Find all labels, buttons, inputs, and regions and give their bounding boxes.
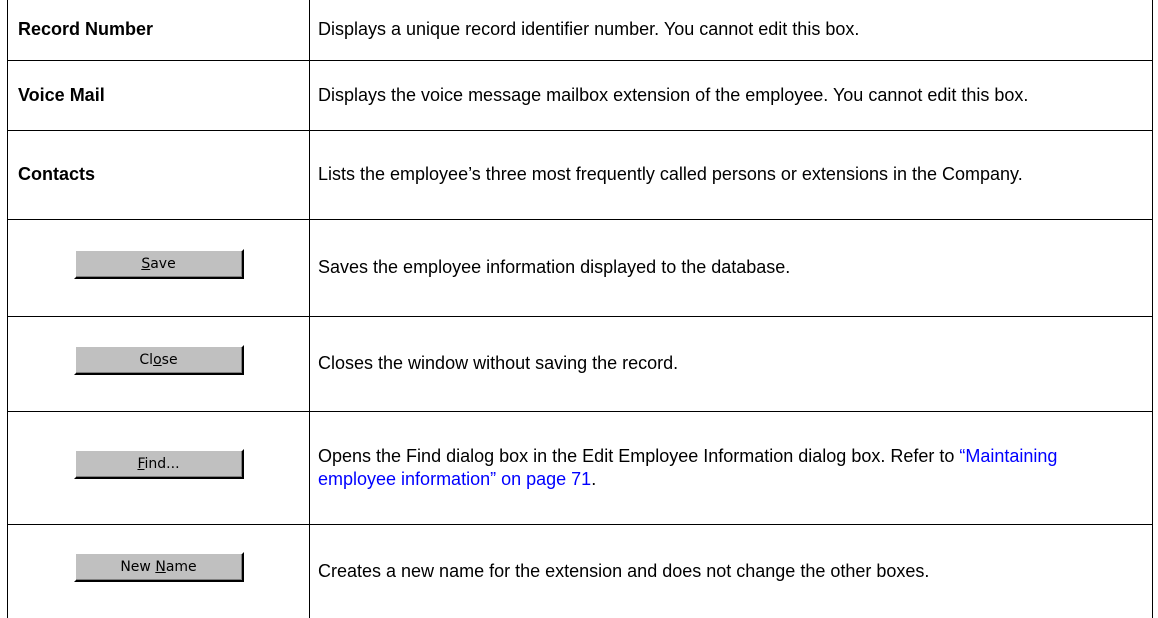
- term-contacts: Contacts: [7, 129, 310, 220]
- save-label-mnemonic: S: [141, 255, 151, 272]
- close-button[interactable]: Close: [73, 344, 244, 375]
- new-name-button[interactable]: New Name: [73, 552, 244, 583]
- find-button-cell: Find...: [7, 410, 310, 525]
- close-label-pre: Cl: [139, 351, 154, 368]
- new-name-label-post: ame: [165, 559, 197, 576]
- find-label-post: ind...: [144, 455, 180, 472]
- table-row: New Name Creates a new name for the exte…: [7, 523, 1153, 618]
- close-button-cell: Close: [7, 315, 310, 412]
- description-find: Opens the Find dialog box in the Edit Em…: [309, 410, 1153, 525]
- table-row: Voice Mail Displays the voice message ma…: [7, 59, 1153, 131]
- description-close: Closes the window without saving the rec…: [309, 315, 1153, 412]
- find-button[interactable]: Find...: [73, 448, 244, 479]
- save-button[interactable]: Save: [73, 248, 244, 279]
- description-voice-mail: Displays the voice message mailbox exten…: [309, 59, 1153, 131]
- new-name-button-cell: New Name: [7, 523, 310, 618]
- term-record-number: Record Number: [7, 0, 310, 61]
- close-label-mnemonic: o: [153, 351, 162, 368]
- save-label-post: ave: [150, 255, 176, 272]
- table-row: Contacts Lists the employee’s three most…: [7, 129, 1153, 220]
- description-new-name: Creates a new name for the extension and…: [309, 523, 1153, 618]
- description-record-number: Displays a unique record identifier numb…: [309, 0, 1153, 61]
- new-name-label-pre: New: [120, 559, 156, 576]
- find-label-mnemonic: F: [137, 455, 145, 472]
- table-row: Save Saves the employee information disp…: [7, 218, 1153, 317]
- field-description-table: Record Number Displays a unique record i…: [7, 0, 1153, 618]
- table-row: Close Closes the window without saving t…: [7, 315, 1153, 412]
- table-row: Record Number Displays a unique record i…: [7, 0, 1153, 61]
- description-contacts: Lists the employee’s three most frequent…: [309, 129, 1153, 220]
- save-button-cell: Save: [7, 218, 310, 317]
- description-find-text: Opens the Find dialog box in the Edit Em…: [318, 445, 960, 466]
- description-save: Saves the employee information displayed…: [309, 218, 1153, 317]
- close-label-post: se: [161, 351, 178, 368]
- new-name-label-mnemonic: N: [155, 559, 166, 576]
- table-row: Find... Opens the Find dialog box in the…: [7, 410, 1153, 525]
- term-voice-mail: Voice Mail: [7, 59, 310, 131]
- description-find-end: .: [591, 468, 597, 489]
